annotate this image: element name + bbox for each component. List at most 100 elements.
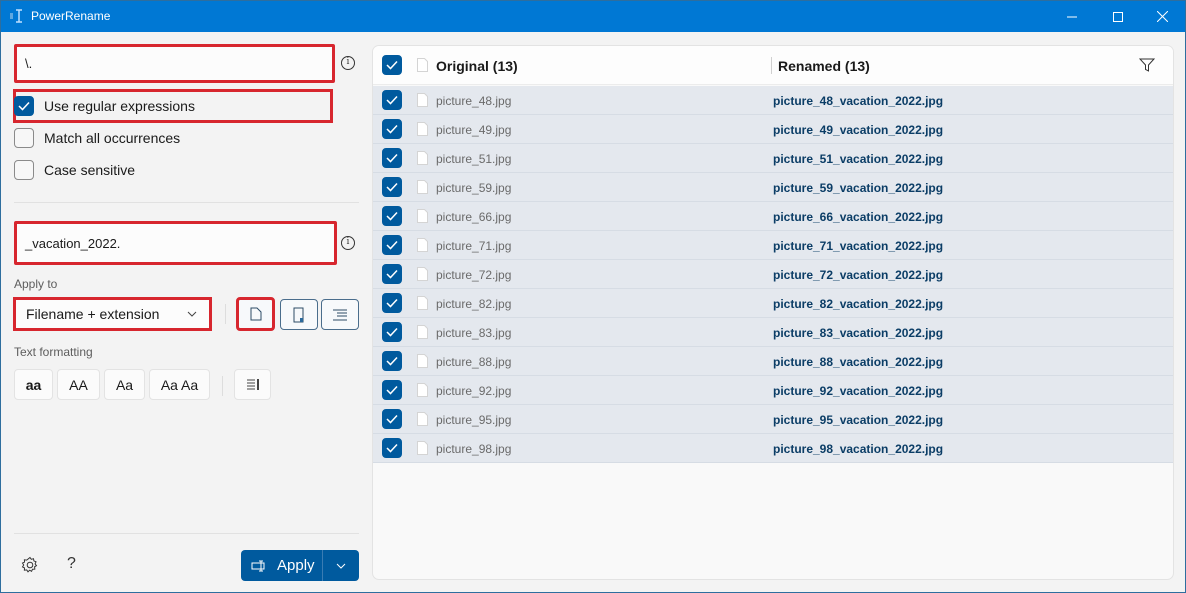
replace-input[interactable]: _vacation_2022. — [14, 221, 337, 265]
select-all-checkbox[interactable] — [382, 55, 402, 75]
use-regex-checkbox[interactable]: Use regular expressions — [14, 93, 195, 119]
divider — [14, 202, 359, 203]
renamed-filename: picture_72_vacation_2022.jpg — [773, 268, 944, 282]
original-filename: picture_92.jpg — [436, 384, 512, 398]
file-row[interactable]: picture_72.jpg picture_72_vacation_2022.j… — [373, 260, 1173, 289]
renamed-filename: picture_92_vacation_2022.jpg — [773, 384, 944, 398]
powerrename-window: PowerRename \. i Use regular expressions… — [0, 0, 1186, 593]
file-icon — [417, 383, 428, 397]
maximize-button[interactable] — [1095, 1, 1141, 32]
checkbox-label: Use regular expressions — [44, 98, 195, 114]
window-title: PowerRename — [31, 9, 111, 23]
check-icon — [386, 298, 398, 308]
renamed-filename: picture_88_vacation_2022.jpg — [773, 355, 944, 369]
case-sensitive-checkbox[interactable]: Case sensitive — [14, 157, 135, 183]
app-icon — [10, 9, 22, 23]
renamed-filename: picture_49_vacation_2022.jpg — [773, 123, 944, 137]
row-checkbox[interactable] — [382, 380, 402, 400]
renamed-filename: picture_98_vacation_2022.jpg — [773, 442, 944, 456]
column-separator[interactable] — [771, 57, 772, 74]
checkbox-checked — [14, 96, 34, 116]
row-checkbox[interactable] — [382, 322, 402, 342]
file-row[interactable]: picture_48.jpg picture_48_vacation_2022.j… — [373, 86, 1173, 115]
row-checkbox[interactable] — [382, 409, 402, 429]
renamed-filename: picture_82_vacation_2022.jpg — [773, 297, 944, 311]
include-folders-button[interactable] — [280, 299, 318, 330]
row-checkbox[interactable] — [382, 264, 402, 284]
row-checkbox[interactable] — [382, 293, 402, 313]
file-row[interactable]: picture_66.jpg picture_66_vacation_2022.j… — [373, 202, 1173, 231]
renamed-filename: picture_95_vacation_2022.jpg — [773, 413, 944, 427]
file-icon — [417, 122, 428, 136]
include-subfolders-button[interactable] — [321, 299, 359, 330]
check-icon — [386, 182, 398, 192]
enumerate-icon — [246, 378, 259, 390]
settings-gear-icon[interactable] — [21, 556, 39, 574]
search-info-icon[interactable]: i — [341, 56, 355, 70]
divider — [14, 533, 359, 534]
file-row[interactable]: picture_51.jpg picture_51_vacation_2022.j… — [373, 144, 1173, 173]
check-icon — [386, 95, 398, 105]
rename-icon — [251, 560, 265, 571]
renamed-filename: picture_59_vacation_2022.jpg — [773, 181, 944, 195]
file-row[interactable]: picture_82.jpg picture_82_vacation_2022.j… — [373, 289, 1173, 318]
original-filename: picture_51.jpg — [436, 152, 512, 166]
row-checkbox[interactable] — [382, 119, 402, 139]
original-filename: picture_95.jpg — [436, 413, 512, 427]
file-row[interactable]: picture_83.jpg picture_83_vacation_2022.j… — [373, 318, 1173, 347]
file-row[interactable]: picture_59.jpg picture_59_vacation_2022.j… — [373, 173, 1173, 202]
enumerate-button[interactable] — [234, 369, 271, 400]
original-filename: picture_66.jpg — [436, 210, 512, 224]
maximize-icon — [1113, 11, 1123, 22]
filter-icon[interactable] — [1139, 57, 1155, 73]
renamed-filename: picture_48_vacation_2022.jpg — [773, 94, 944, 108]
original-filename: picture_49.jpg — [436, 123, 512, 137]
close-button[interactable] — [1139, 1, 1185, 32]
apply-button[interactable]: Apply — [241, 550, 359, 581]
row-checkbox[interactable] — [382, 148, 402, 168]
file-row[interactable]: picture_92.jpg picture_92_vacation_2022.j… — [373, 376, 1173, 405]
renamed-column-header[interactable]: Renamed (13) — [778, 58, 870, 74]
minimize-icon — [1067, 16, 1077, 17]
capitalize-words-button[interactable]: Aa Aa — [149, 369, 210, 400]
apply-main-button[interactable]: Apply — [241, 550, 323, 581]
uppercase-button[interactable]: AA — [57, 369, 100, 400]
include-files-button[interactable] — [236, 297, 275, 331]
row-checkbox[interactable] — [382, 90, 402, 110]
apply-to-dropdown[interactable]: Filename + extension — [13, 297, 212, 331]
row-checkbox[interactable] — [382, 177, 402, 197]
row-checkbox[interactable] — [382, 206, 402, 226]
check-icon — [386, 327, 398, 337]
original-filename: picture_71.jpg — [436, 239, 512, 253]
file-row[interactable]: picture_49.jpg picture_49_vacation_2022.j… — [373, 115, 1173, 144]
check-icon — [386, 240, 398, 250]
match-all-checkbox[interactable]: Match all occurrences — [14, 125, 180, 151]
file-row[interactable]: picture_71.jpg picture_71_vacation_2022.j… — [373, 231, 1173, 260]
title-bar: PowerRename — [1, 1, 1185, 32]
file-icon — [417, 180, 428, 194]
apply-dropdown-button[interactable] — [323, 562, 359, 570]
help-icon[interactable]: ? — [67, 555, 76, 573]
original-filename: picture_48.jpg — [436, 94, 512, 108]
original-filename: picture_59.jpg — [436, 181, 512, 195]
file-row[interactable]: picture_95.jpg picture_95_vacation_2022.j… — [373, 405, 1173, 434]
check-icon — [386, 153, 398, 163]
file-row[interactable]: picture_98.jpg picture_98_vacation_2022.j… — [373, 434, 1173, 463]
row-checkbox[interactable] — [382, 438, 402, 458]
file-icon — [417, 441, 428, 455]
file-list-panel: Original (13) Renamed (13) picture_48.jp… — [372, 45, 1174, 580]
file-row[interactable]: picture_88.jpg picture_88_vacation_2022.j… — [373, 347, 1173, 376]
check-icon — [386, 356, 398, 366]
search-input[interactable]: \. — [14, 44, 335, 83]
row-checkbox[interactable] — [382, 235, 402, 255]
file-icon — [417, 151, 428, 165]
checkbox-label: Case sensitive — [44, 162, 136, 178]
original-filename: picture_72.jpg — [436, 268, 512, 282]
minimize-button[interactable] — [1049, 1, 1095, 32]
original-filename: picture_88.jpg — [436, 355, 512, 369]
row-checkbox[interactable] — [382, 351, 402, 371]
titlecase-button[interactable]: Aa — [104, 369, 145, 400]
replace-info-icon[interactable]: i — [341, 236, 355, 250]
original-column-header[interactable]: Original (13) — [436, 58, 518, 74]
lowercase-button[interactable]: aa — [14, 369, 53, 400]
